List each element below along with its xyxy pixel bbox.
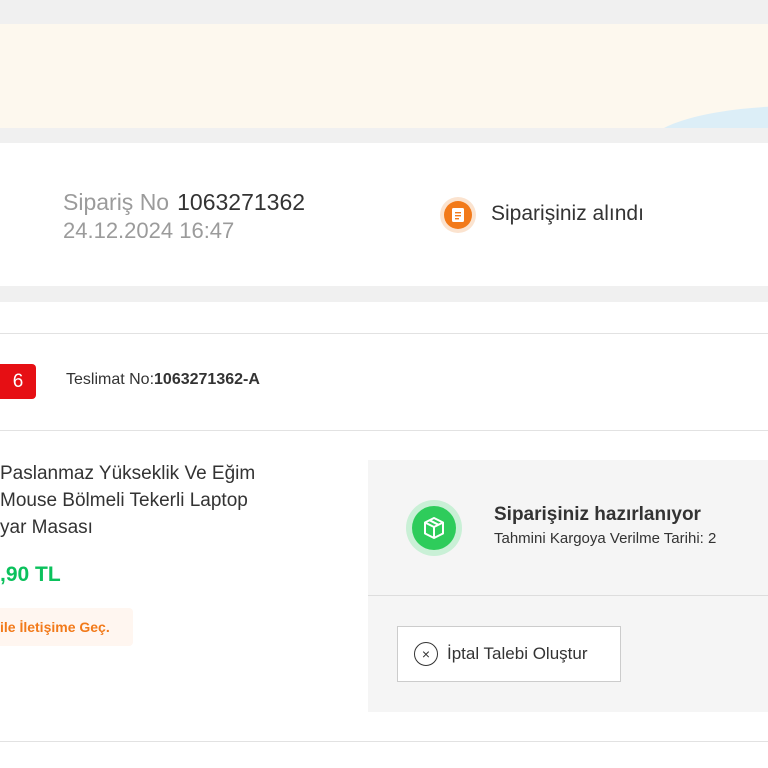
product-name-line: Mouse Bölmeli Tekerli Laptop <box>0 490 248 511</box>
receipt-icon <box>440 197 476 233</box>
product-name[interactable]: Paslanmaz Yükseklik Ve Eğim Mouse Bölmel… <box>0 460 300 541</box>
order-status-text: Siparişiniz alındı <box>491 202 644 225</box>
delivery-badge: 6 <box>0 364 36 399</box>
order-number-label: Sipariş No <box>63 189 170 215</box>
order-summary-card: Sipariş No 1063271362 24.12.2024 16:47 Si… <box>0 143 768 286</box>
package-icon <box>406 500 462 556</box>
product-price: ,90 TL <box>0 563 61 586</box>
banner-wave-decoration <box>648 106 768 128</box>
order-date: 24.12.2024 16:47 <box>63 218 235 243</box>
product-name-line: Paslanmaz Yükseklik Ve Eğim <box>0 463 256 484</box>
close-circle-icon: × <box>414 642 438 666</box>
promo-banner <box>0 24 768 128</box>
order-number-value: 1063271362 <box>177 189 306 215</box>
shipment-status-panel: Siparişiniz hazırlanıyor Tahmini Kargoya… <box>368 460 768 712</box>
contact-seller-button[interactable]: ile İletişime Geç. <box>0 608 133 646</box>
delivery-number-value: 1063271362-A <box>154 371 260 388</box>
divider <box>0 333 768 334</box>
divider <box>0 741 768 742</box>
order-number-line: Sipariş No 1063271362 <box>63 189 305 216</box>
product-name-line: yar Masası <box>0 517 93 538</box>
delivery-number-label: Teslimat No: <box>66 371 155 388</box>
divider <box>368 595 768 596</box>
shipment-status-title: Siparişiniz hazırlanıyor <box>494 504 701 525</box>
cancel-request-label: İptal Talebi Oluştur <box>447 644 588 663</box>
shipment-estimate-text: Tahmini Kargoya Verilme Tarihi: 2 <box>494 530 717 547</box>
divider <box>0 430 768 431</box>
delivery-section: 6 Teslimat No:1063271362-A Paslanmaz Yük… <box>0 302 768 768</box>
delivery-number: Teslimat No:1063271362-A <box>66 371 260 389</box>
cancel-request-button[interactable]: × İptal Talebi Oluştur <box>397 626 621 682</box>
